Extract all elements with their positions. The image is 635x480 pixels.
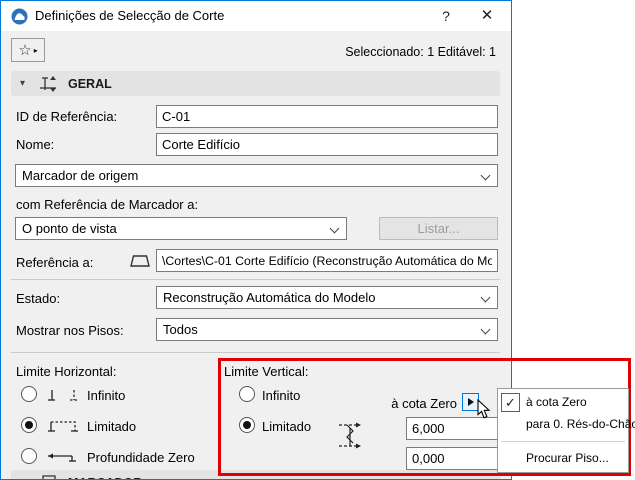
menu-item-procurar-piso[interactable]: Procurar Piso...	[499, 447, 627, 469]
section-settings-dialog: Definições de Selecção de Corte ? ✕ ☆ ▸ …	[0, 0, 512, 480]
chevron-down-icon	[481, 293, 491, 303]
menu-item-res-do-chao[interactable]: para 0. Rés-do-Chão	[499, 413, 627, 435]
listar-button[interactable]: Listar...	[379, 217, 498, 240]
divider	[11, 352, 500, 353]
marker-ref-dropdown[interactable]: O ponto de vista	[15, 217, 347, 240]
datum-popup-menu: ✓ à cota Zero para 0. Rés-do-Chão Procur…	[497, 388, 629, 473]
horizontal-range-label: Limite Horizontal:	[16, 364, 116, 379]
radio-limitado-vertical[interactable]	[239, 417, 255, 433]
radio-profundidade-zero[interactable]	[21, 448, 37, 464]
status-dropdown[interactable]: Reconstrução Automática do Modelo	[156, 286, 498, 309]
section-label: GERAL	[68, 77, 112, 91]
marker-ref-value: O ponto de vista	[22, 221, 117, 236]
folder-icon	[129, 250, 151, 269]
reference-to-label: Referência a:	[16, 255, 93, 270]
section-header-marcador[interactable]: ▸ MARCADOR	[11, 470, 500, 480]
show-on-stories-value: Todos	[163, 322, 198, 337]
reference-path-field[interactable]	[156, 249, 498, 272]
status-label: Estado:	[16, 291, 60, 306]
id-label: ID de Referência:	[16, 109, 117, 124]
title-bar[interactable]: Definições de Selecção de Corte ? ✕	[1, 1, 511, 31]
close-icon[interactable]: ✕	[465, 1, 509, 31]
chevron-down-icon	[481, 171, 491, 181]
vertical-limit-icon	[337, 417, 367, 453]
archicad-logo-icon	[11, 8, 28, 25]
collapse-arrow-icon: ▾	[20, 78, 34, 89]
mouse-cursor-icon	[477, 399, 491, 420]
radio-label: Limitado	[87, 419, 136, 434]
screenshot-stage: Definições de Selecção de Corte ? ✕ ☆ ▸ …	[0, 0, 635, 480]
triangle-right-icon	[468, 398, 474, 406]
datum-label: à cota Zero	[373, 396, 457, 411]
menu-separator	[501, 441, 625, 442]
radio-label: Infinito	[262, 388, 300, 403]
radio-label: Profundidade Zero	[87, 450, 195, 465]
vertical-range-label: Limite Vertical:	[224, 364, 309, 379]
marker-type-value: Marcador de origem	[22, 168, 138, 183]
chevron-down-icon	[330, 224, 340, 234]
bottom-elevation-input[interactable]	[406, 447, 498, 470]
flyout-arrow-icon: ▸	[34, 46, 38, 55]
section-header-geral[interactable]: ▾ GERAL	[11, 71, 500, 96]
infinite-range-icon	[45, 386, 81, 404]
selection-status: Seleccionado: 1 Editável: 1	[345, 45, 496, 59]
name-label: Nome:	[16, 137, 54, 152]
radio-infinito-horizontal[interactable]	[21, 386, 37, 402]
show-on-stories-dropdown[interactable]: Todos	[156, 318, 498, 341]
section-marker-icon	[38, 75, 60, 93]
chevron-down-icon	[481, 325, 491, 335]
divider	[11, 279, 500, 280]
menu-item-label: à cota Zero	[526, 395, 587, 409]
dialog-title: Definições de Selecção de Corte	[35, 1, 224, 31]
radio-infinito-vertical[interactable]	[239, 386, 255, 402]
menu-item-label: para 0. Rés-do-Chão	[526, 417, 635, 431]
section-label: MARCADOR	[68, 476, 142, 480]
radio-label: Limitado	[262, 419, 311, 434]
menu-item-cota-zero[interactable]: ✓ à cota Zero	[499, 391, 627, 413]
marker-flag-icon	[38, 474, 60, 480]
radio-limitado-horizontal[interactable]	[21, 417, 37, 433]
name-input[interactable]	[156, 133, 498, 156]
reference-id-input[interactable]	[156, 105, 498, 128]
zero-depth-icon	[45, 448, 81, 466]
radio-label: Infinito	[87, 388, 125, 403]
show-on-stories-label: Mostrar nos Pisos:	[16, 323, 124, 338]
help-button[interactable]: ?	[427, 1, 465, 31]
check-icon: ✓	[501, 393, 520, 412]
marker-ref-label: com Referência de Marcador a:	[16, 197, 198, 212]
star-icon: ☆	[18, 43, 31, 58]
top-elevation-input[interactable]	[406, 417, 498, 440]
status-value: Reconstrução Automática do Modelo	[163, 290, 375, 305]
marker-type-dropdown[interactable]: Marcador de origem	[15, 164, 498, 187]
favorites-button[interactable]: ☆ ▸	[11, 38, 45, 62]
menu-item-label: Procurar Piso...	[526, 451, 609, 465]
limited-range-icon	[45, 417, 81, 435]
